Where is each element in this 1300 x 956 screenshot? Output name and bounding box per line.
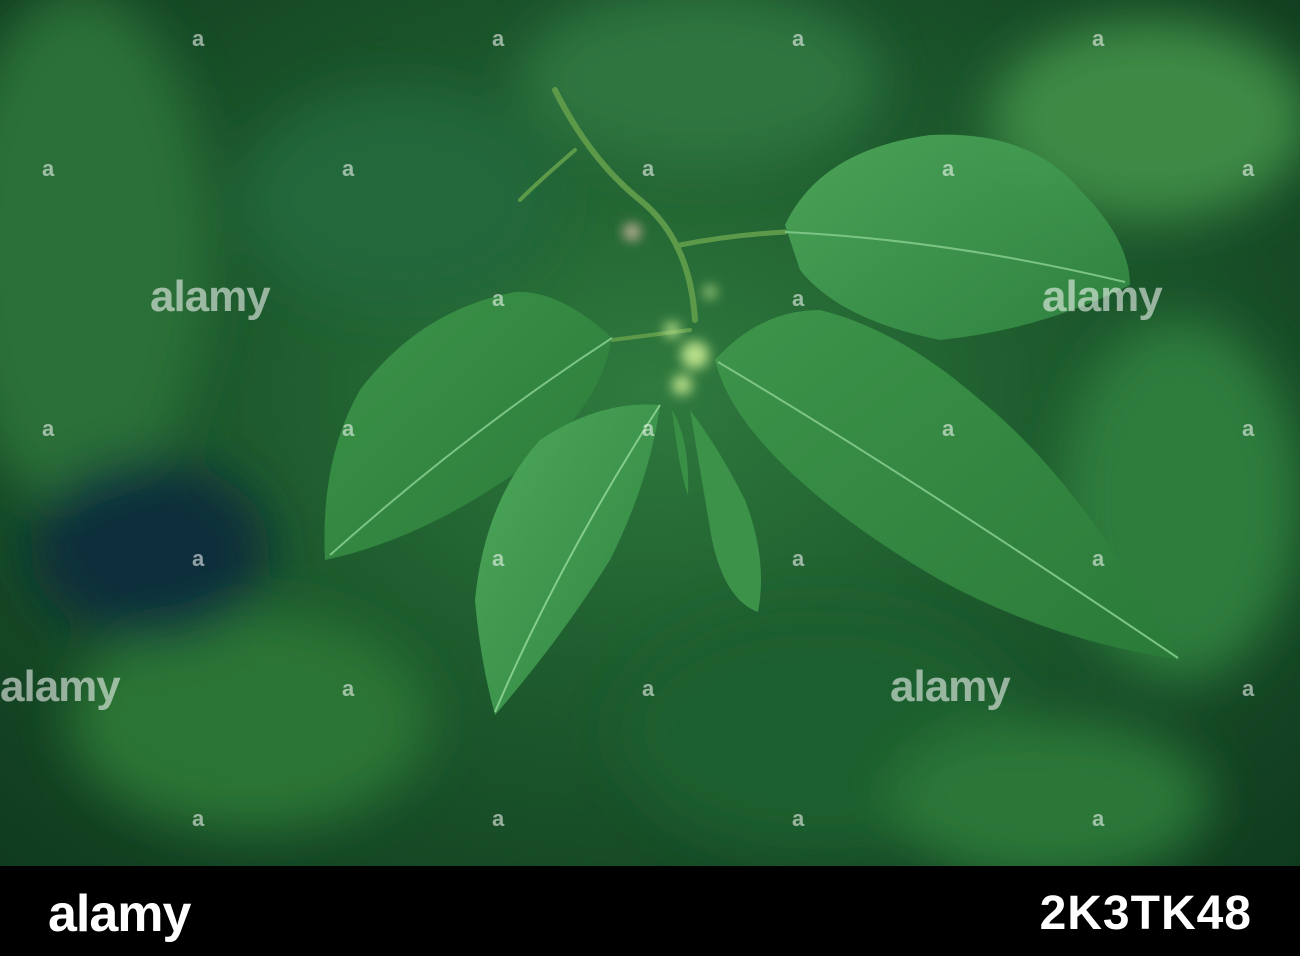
watermark-word: alamy [0, 662, 121, 711]
watermark-mark: a [1092, 26, 1104, 51]
watermark-mark: a [792, 26, 804, 51]
watermark-mark: a [42, 156, 54, 181]
watermark-mark: a [492, 286, 504, 311]
watermark-mark: a [1092, 806, 1104, 831]
leaf-photo: a a a a a a a a a alamy a a alamy a a a … [0, 0, 1300, 866]
watermark-mark: a [792, 286, 804, 311]
watermark-mark: a [192, 26, 204, 51]
watermark-mark: a [492, 546, 504, 571]
watermark-mark: a [1092, 546, 1104, 571]
leaf-narrow-center [690, 410, 762, 612]
watermark-mark: a [792, 806, 804, 831]
watermark-mark: a [192, 546, 204, 571]
image-id: 2K3TK48 [1039, 887, 1252, 940]
watermark-mark: a [942, 416, 954, 441]
watermark-mark: a [42, 416, 54, 441]
watermark-word: alamy [890, 662, 1011, 711]
watermark-mark: a [942, 156, 954, 181]
watermark-mark: a [1242, 416, 1254, 441]
watermark-mark: a [642, 156, 654, 181]
watermark-mark: a [342, 676, 354, 701]
watermark-mark: a [492, 806, 504, 831]
watermark-mark: a [1242, 156, 1254, 181]
watermark-mark: a [792, 546, 804, 571]
watermark-word: alamy [1042, 272, 1163, 321]
footer-logo: alamy [48, 885, 191, 943]
watermark-mark: a [1242, 676, 1254, 701]
watermark-mark: a [642, 676, 654, 701]
watermark-mark: a [492, 26, 504, 51]
watermark-mark: a [342, 156, 354, 181]
watermark-mark: a [192, 806, 204, 831]
flower-buds [624, 224, 716, 395]
watermark-mark: a [642, 416, 654, 441]
watermark-mark: a [342, 416, 354, 441]
stock-footer-bar: alamy 2K3TK48 [0, 866, 1300, 956]
watermark-word: alamy [150, 272, 271, 321]
